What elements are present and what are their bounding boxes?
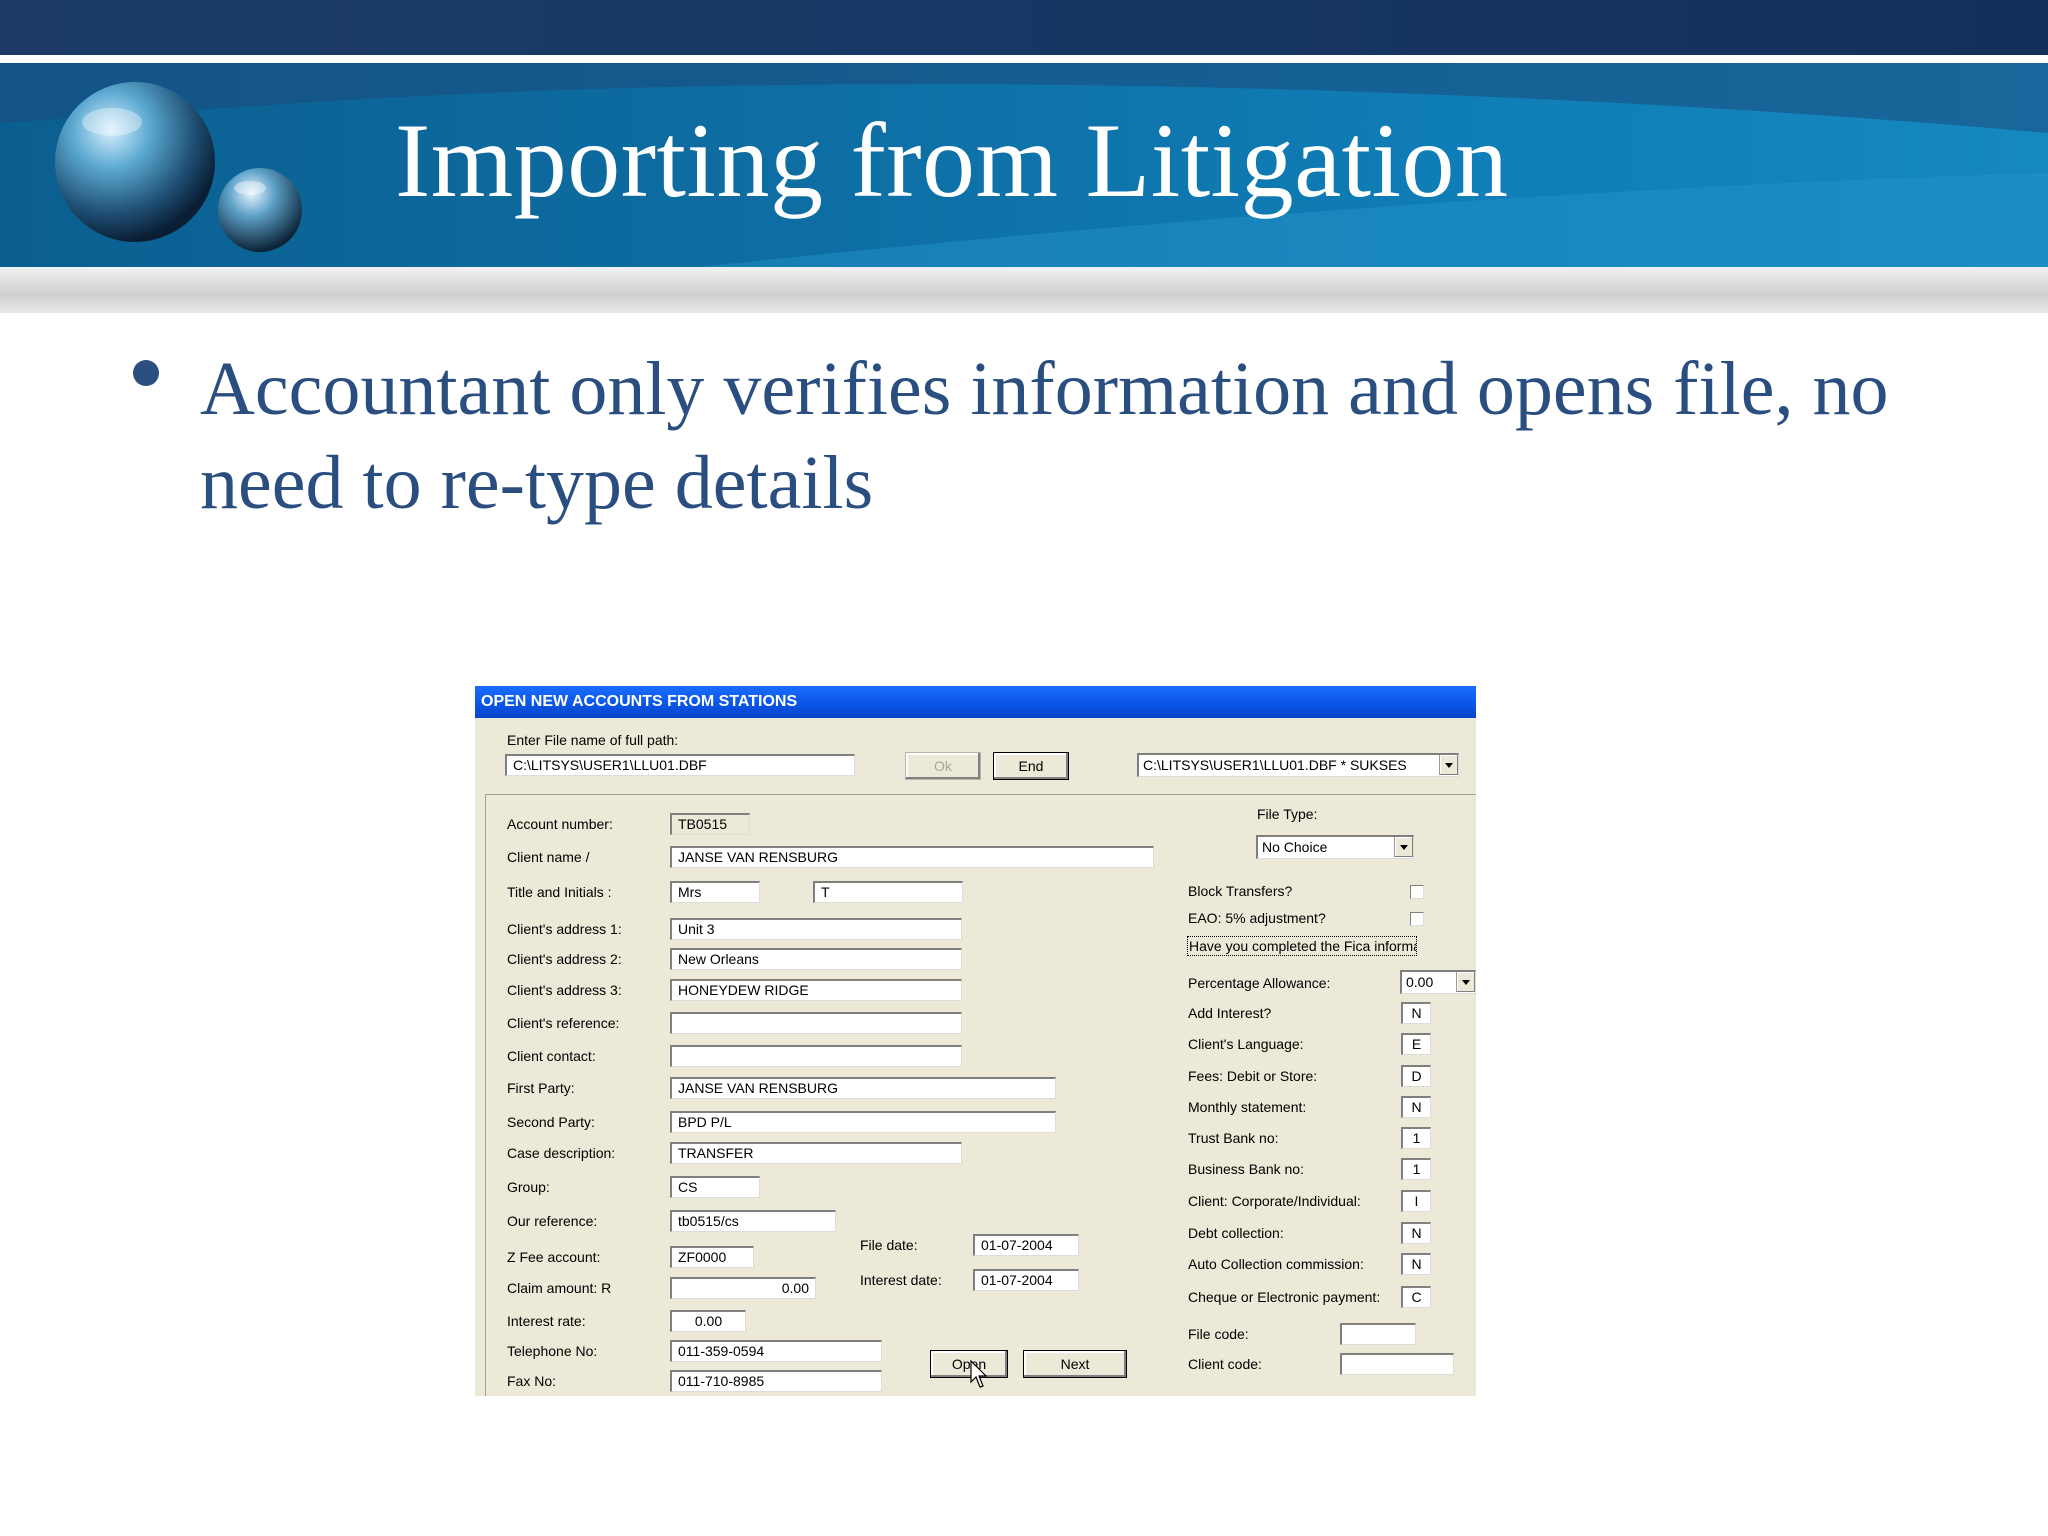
trust-bank-input[interactable]: 1 — [1401, 1127, 1431, 1149]
address2-input[interactable]: New Orleans — [670, 948, 962, 970]
fica-question[interactable]: Have you completed the Fica informati — [1187, 936, 1417, 956]
fax-label: Fax No: — [507, 1373, 557, 1389]
claim-amount-label: Claim amount: R — [507, 1280, 612, 1296]
file-name-label: Enter File name of full path: — [507, 732, 679, 748]
dialog-title-bar[interactable]: OPEN NEW ACCOUNTS FROM STATIONS — [475, 686, 1476, 718]
top-dark-bar — [0, 0, 2048, 55]
second-party-label: Second Party: — [507, 1114, 595, 1130]
bullet-dot — [133, 360, 159, 386]
address1-label: Client's address 1: — [507, 921, 622, 937]
percentage-allowance-combo[interactable]: 0.00 — [1400, 970, 1476, 994]
file-path-input[interactable]: C:\LITSYS\USER1\LLU01.DBF — [505, 754, 855, 776]
interest-date-label: Interest date: — [860, 1272, 942, 1288]
file-type-label: File Type: — [1257, 806, 1318, 822]
address3-input[interactable]: HONEYDEW RIDGE — [670, 979, 962, 1001]
group-label: Group: — [507, 1179, 550, 1195]
telephone-label: Telephone No: — [507, 1343, 598, 1359]
client-reference-label: Client's reference: — [507, 1015, 620, 1031]
debt-collection-input[interactable]: N — [1401, 1222, 1431, 1244]
interest-rate-label: Interest rate: — [507, 1313, 586, 1329]
file-date-label: File date: — [860, 1237, 918, 1253]
client-corporate-input[interactable]: I — [1401, 1190, 1431, 1212]
client-corporate-label: Client: Corporate/Individual: — [1188, 1193, 1361, 1209]
next-button[interactable]: Next — [1023, 1350, 1127, 1378]
business-bank-input[interactable]: 1 — [1401, 1158, 1431, 1180]
client-reference-input[interactable] — [670, 1012, 962, 1034]
banner-shadow-band — [0, 267, 2048, 313]
client-language-label: Client's Language: — [1188, 1036, 1304, 1052]
mouse-pointer-icon — [970, 1360, 988, 1388]
group-input[interactable]: CS — [670, 1176, 760, 1198]
business-bank-label: Business Bank no: — [1188, 1161, 1304, 1177]
auto-collection-input[interactable]: N — [1401, 1253, 1431, 1275]
add-interest-label: Add Interest? — [1188, 1005, 1272, 1021]
case-description-label: Case description: — [507, 1145, 616, 1161]
slide-title: Importing from Litigation — [395, 102, 1509, 219]
eao-adjustment-label: EAO: 5% adjustment? — [1188, 910, 1326, 926]
client-contact-input[interactable] — [670, 1045, 962, 1067]
open-button[interactable]: Open — [930, 1350, 1008, 1378]
first-party-input[interactable]: JANSE VAN RENSBURG — [670, 1077, 1056, 1099]
add-interest-input[interactable]: N — [1401, 1002, 1431, 1024]
z-fee-account-label: Z Fee account: — [507, 1249, 601, 1265]
debt-collection-label: Debt collection: — [1188, 1225, 1284, 1241]
claim-amount-input[interactable]: 0.00 — [670, 1277, 816, 1299]
globe-logo — [50, 80, 310, 260]
interest-date-input[interactable]: 01-07-2004 — [973, 1269, 1079, 1291]
cheque-electronic-label: Cheque or Electronic payment: — [1188, 1289, 1381, 1305]
address1-input[interactable]: Unit 3 — [670, 918, 962, 940]
interest-rate-input[interactable]: 0.00 — [670, 1310, 746, 1332]
monthly-statement-input[interactable]: N — [1401, 1096, 1431, 1118]
file-code-input[interactable] — [1340, 1323, 1416, 1345]
address3-label: Client's address 3: — [507, 982, 622, 998]
bullet-text: Accountant only verifies information and… — [200, 347, 1889, 525]
fees-debit-store-label: Fees: Debit or Store: — [1188, 1068, 1318, 1084]
client-code-input[interactable] — [1340, 1353, 1454, 1375]
end-button[interactable]: End — [993, 752, 1069, 780]
chevron-down-icon[interactable] — [1456, 972, 1475, 992]
title-input[interactable]: Mrs — [670, 881, 760, 903]
case-description-input[interactable]: TRANSFER — [670, 1142, 962, 1164]
second-party-input[interactable]: BPD P/L — [670, 1111, 1056, 1133]
client-language-input[interactable]: E — [1401, 1033, 1431, 1055]
client-code-label: Client code: — [1188, 1356, 1262, 1372]
station-file-combo-value: C:\LITSYS\USER1\LLU01.DBF * SUKSES — [1143, 757, 1407, 773]
fax-input[interactable]: 011-710-8985 — [670, 1370, 882, 1392]
address2-label: Client's address 2: — [507, 951, 622, 967]
top-white-stripe — [0, 55, 2048, 63]
eao-adjustment-checkbox[interactable] — [1410, 912, 1424, 926]
first-party-label: First Party: — [507, 1080, 575, 1096]
file-code-label: File code: — [1188, 1326, 1249, 1342]
telephone-input[interactable]: 011-359-0594 — [670, 1340, 882, 1362]
auto-collection-label: Auto Collection commission: — [1188, 1256, 1364, 1272]
monthly-statement-label: Monthly statement: — [1188, 1099, 1307, 1115]
open-accounts-dialog: OPEN NEW ACCOUNTS FROM STATIONS Enter Fi… — [475, 686, 1476, 1396]
chevron-down-icon[interactable] — [1394, 837, 1413, 857]
fees-debit-store-input[interactable]: D — [1401, 1065, 1431, 1087]
initials-input[interactable]: T — [813, 881, 963, 903]
client-name-input[interactable]: JANSE VAN RENSBURG — [670, 846, 1154, 868]
cheque-electronic-input[interactable]: C — [1401, 1286, 1431, 1308]
z-fee-account-input[interactable]: ZF0000 — [670, 1246, 754, 1268]
title-initials-label: Title and Initials : — [507, 884, 612, 900]
block-transfers-checkbox[interactable] — [1410, 885, 1424, 899]
client-name-label: Client name / — [507, 849, 590, 865]
percentage-allowance-label: Percentage Allowance: — [1188, 975, 1331, 991]
station-file-combo[interactable]: C:\LITSYS\USER1\LLU01.DBF * SUKSES — [1137, 753, 1459, 777]
our-reference-label: Our reference: — [507, 1213, 598, 1229]
trust-bank-label: Trust Bank no: — [1188, 1130, 1279, 1146]
client-contact-label: Client contact: — [507, 1048, 596, 1064]
file-date-input[interactable]: 01-07-2004 — [973, 1234, 1079, 1256]
block-transfers-label: Block Transfers? — [1188, 883, 1293, 899]
ok-button[interactable]: Ok — [905, 752, 981, 780]
percentage-allowance-value: 0.00 — [1406, 974, 1434, 990]
account-number-field: TB0515 — [670, 813, 750, 835]
account-number-label: Account number: — [507, 816, 613, 832]
file-type-combo-value: No Choice — [1262, 839, 1328, 855]
file-type-combo[interactable]: No Choice — [1256, 835, 1414, 859]
chevron-down-icon[interactable] — [1439, 755, 1458, 775]
our-reference-input[interactable]: tb0515/cs — [670, 1210, 836, 1232]
